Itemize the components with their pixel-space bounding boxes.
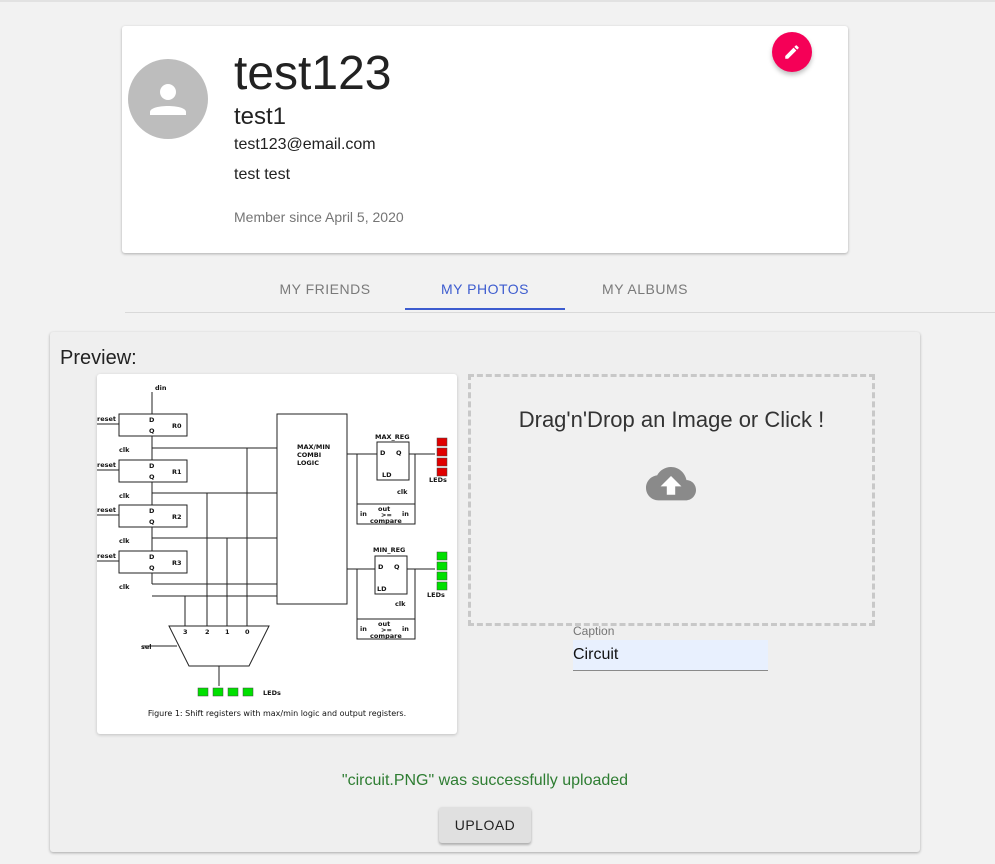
svg-text:LD: LD (382, 471, 392, 479)
svg-text:Q: Q (396, 449, 402, 457)
svg-text:Q: Q (149, 427, 155, 435)
svg-text:in: in (360, 510, 367, 518)
svg-text:Q: Q (149, 473, 155, 481)
svg-text:din: din (155, 384, 167, 392)
svg-text:R2: R2 (172, 513, 182, 521)
svg-text:R3: R3 (172, 559, 182, 567)
svg-text:compare: compare (370, 517, 402, 525)
svg-text:LEDs: LEDs (427, 591, 445, 599)
svg-text:D: D (380, 449, 386, 457)
svg-text:COMBI: COMBI (297, 451, 321, 459)
svg-text:sel: sel (141, 643, 152, 651)
svg-text:Q: Q (394, 563, 400, 571)
svg-text:D: D (378, 563, 384, 571)
tabs-divider (125, 312, 995, 313)
profile-tabs: MY FRIENDS MY PHOTOS MY ALBUMS (245, 268, 725, 312)
svg-text:Q: Q (149, 518, 155, 526)
svg-text:clk: clk (119, 583, 130, 591)
svg-text:LD: LD (377, 585, 387, 593)
tab-my-photos[interactable]: MY PHOTOS (405, 268, 565, 310)
profile-email: test123@email.com (234, 136, 376, 153)
pencil-icon (785, 45, 799, 59)
svg-text:in: in (360, 625, 367, 633)
svg-text:reset: reset (97, 552, 116, 560)
caption-input[interactable] (573, 640, 768, 671)
tab-my-albums[interactable]: MY ALBUMS (565, 268, 725, 310)
avatar (128, 59, 208, 139)
svg-text:clk: clk (119, 537, 130, 545)
active-tab-indicator (405, 308, 565, 310)
top-divider (0, 0, 995, 2)
svg-text:LEDs: LEDs (429, 476, 447, 484)
svg-text:in: in (402, 510, 409, 518)
max-leds (436, 437, 448, 477)
profile-full-name: test1 (234, 103, 287, 130)
profile-username: test123 (234, 47, 392, 100)
svg-text:3: 3 (183, 628, 188, 636)
svg-text:reset: reset (97, 506, 116, 514)
min-leds (436, 551, 448, 591)
circuit-diagram-image: din reset reset reset reset D D D D Q Q … (97, 384, 448, 718)
svg-text:clk: clk (397, 488, 408, 496)
svg-text:MAX/MIN: MAX/MIN (297, 443, 330, 451)
svg-text:R1: R1 (172, 468, 182, 476)
svg-text:LEDs: LEDs (263, 689, 281, 697)
upload-status-message: "circuit.PNG" was successfully uploaded (341, 772, 629, 789)
image-dropzone[interactable]: Drag'n'Drop an Image or Click ! (468, 374, 875, 626)
svg-text:reset: reset (97, 415, 116, 423)
svg-text:MAX_REG: MAX_REG (375, 433, 410, 441)
svg-text:1: 1 (225, 628, 230, 636)
tab-my-friends[interactable]: MY FRIENDS (245, 268, 405, 310)
preview-label: Preview: (60, 347, 137, 369)
svg-text:clk: clk (119, 492, 130, 500)
svg-text:reset: reset (97, 461, 116, 469)
svg-text:D: D (149, 416, 155, 424)
profile-bio: test test (234, 166, 291, 183)
image-preview: din reset reset reset reset D D D D Q Q … (97, 374, 457, 734)
svg-text:D: D (149, 462, 155, 470)
svg-text:MIN_REG: MIN_REG (373, 546, 405, 554)
caption-label: Caption (573, 624, 615, 638)
cloud-upload-icon (646, 467, 696, 501)
svg-text:clk: clk (119, 446, 130, 454)
upload-button[interactable]: UPLOAD (439, 807, 531, 843)
person-icon (150, 84, 186, 115)
profile-card: test123 test1 test123@email.com test tes… (122, 26, 848, 253)
output-leds (197, 687, 254, 697)
svg-text:0: 0 (245, 628, 250, 636)
svg-text:clk: clk (395, 600, 406, 608)
svg-text:compare: compare (370, 632, 402, 640)
svg-text:2: 2 (205, 628, 210, 636)
svg-text:R0: R0 (172, 422, 182, 430)
svg-text:in: in (402, 625, 409, 633)
figure-caption: Figure 1: Shift registers with max/min l… (148, 709, 406, 718)
member-since: Member since April 5, 2020 (234, 209, 404, 225)
edit-profile-button[interactable] (772, 32, 812, 72)
svg-text:Q: Q (149, 564, 155, 572)
svg-text:D: D (149, 553, 155, 561)
svg-text:D: D (149, 507, 155, 515)
dropzone-text: Drag'n'Drop an Image or Click ! (518, 407, 825, 432)
upload-panel: Preview: din reset reset reset reset D D… (50, 332, 920, 852)
svg-text:LOGIC: LOGIC (297, 459, 319, 467)
